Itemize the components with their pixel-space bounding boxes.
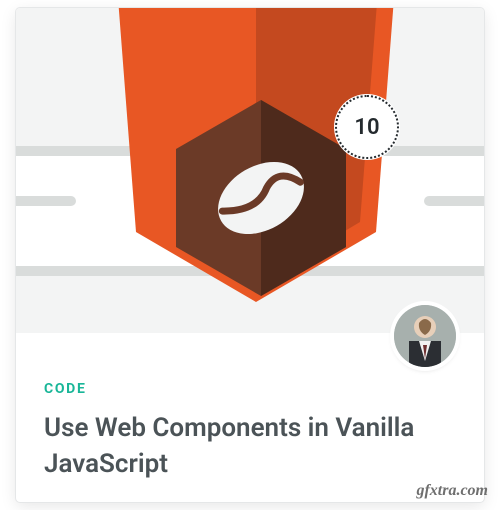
watermark: gfxtra.com [416,482,488,500]
lesson-count-badge: 10 [334,94,400,160]
hexagon-icon [176,100,346,296]
course-thumbnail: 10 [16,8,484,333]
lesson-count: 10 [354,115,379,140]
course-card[interactable]: 10 CODE Use Web Components in Vanilla Ja… [16,8,484,502]
instructor-avatar[interactable] [394,305,456,367]
course-category[interactable]: CODE [44,381,456,397]
course-title[interactable]: Use Web Components in Vanilla JavaScript [44,411,456,483]
